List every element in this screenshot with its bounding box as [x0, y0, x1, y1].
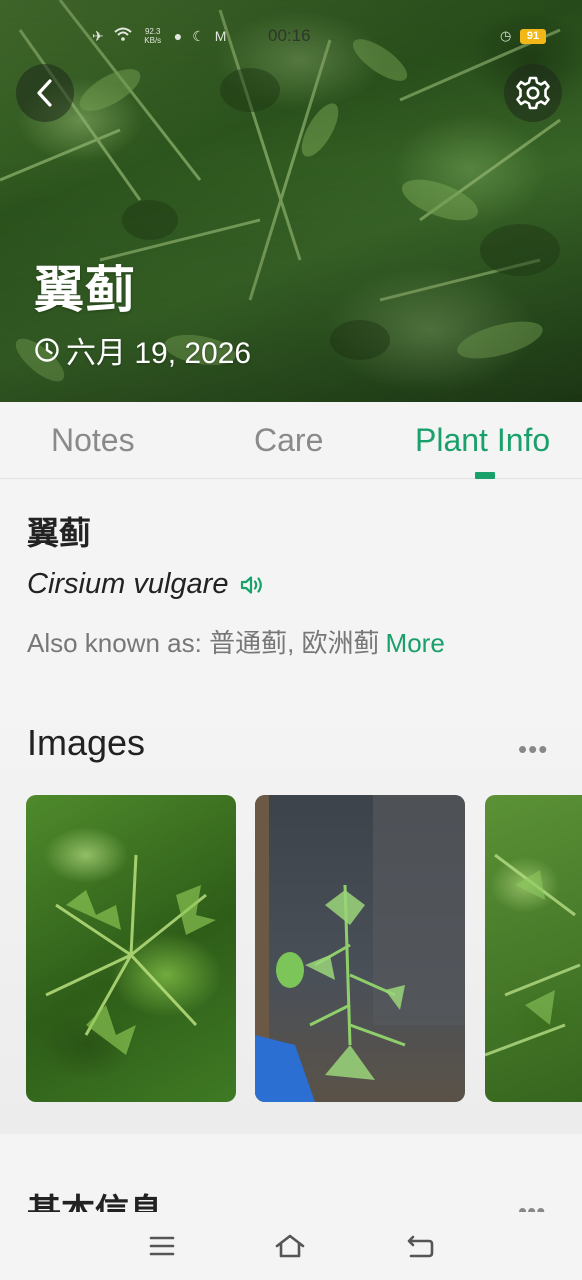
scientific-name-row: Cirsium vulgare	[27, 568, 266, 601]
network-speed: 92.3 KB/s	[144, 27, 162, 45]
also-known-as-row: Also known as: 普通蓟, 欧洲蓟 More	[27, 623, 445, 660]
home-icon	[275, 1234, 305, 1258]
nav-back-button[interactable]	[404, 1230, 436, 1262]
return-icon	[407, 1235, 434, 1258]
mail-icon: M	[214, 28, 227, 44]
plant-image-1[interactable]	[26, 795, 236, 1102]
airplane-mode-icon: ✈	[92, 28, 104, 44]
tab-bar: Notes Care Plant Info	[0, 402, 582, 479]
status-time: 00:16	[268, 26, 311, 45]
system-nav-bar	[0, 1212, 582, 1280]
status-bar: ✈ 92.3 KB/s ● ☾ M 00:16 ◷ 91	[0, 24, 582, 52]
tab-care[interactable]: Care	[254, 422, 323, 459]
plant-date-row: 六月 19, 2026	[34, 328, 251, 372]
also-known-as-text: Also known as: 普通蓟, 欧洲蓟	[27, 628, 380, 658]
moon-icon: ☾	[192, 28, 205, 44]
nav-menu-button[interactable]	[146, 1230, 178, 1262]
more-link[interactable]: More	[386, 628, 445, 658]
active-tab-indicator	[475, 472, 495, 479]
alarm-icon: ◷	[500, 28, 512, 43]
tab-plant-info[interactable]: Plant Info	[415, 422, 550, 459]
images-title: Images	[27, 722, 146, 763]
clock-icon	[35, 338, 59, 362]
nav-home-button[interactable]	[274, 1230, 306, 1262]
more-dots-icon[interactable]: •••	[518, 734, 548, 765]
basic-info-section: 基本信息 •••	[0, 1134, 582, 1224]
wifi-icon	[114, 26, 132, 46]
plant-image-2[interactable]	[255, 795, 465, 1102]
notification-dot-icon: ●	[173, 28, 183, 44]
images-section: Images •••	[0, 690, 582, 1134]
plant-title: 翼蓟	[34, 262, 136, 318]
tab-notes[interactable]: Notes	[51, 422, 135, 459]
scientific-name: Cirsium vulgare	[27, 568, 229, 600]
chevron-left-icon	[37, 79, 52, 107]
menu-icon	[149, 1236, 175, 1256]
common-name: 翼蓟	[27, 515, 92, 551]
settings-button[interactable]	[504, 64, 562, 122]
battery-indicator: 91	[520, 29, 546, 44]
plant-date: 六月 19, 2026	[66, 337, 252, 370]
plant-info-section: 翼蓟 Cirsium vulgare Also known as: 普通蓟, 欧…	[0, 480, 582, 690]
back-button[interactable]	[16, 64, 74, 122]
plant-image-3[interactable]	[485, 795, 582, 1102]
speaker-icon[interactable]	[240, 574, 266, 596]
gear-icon	[516, 76, 550, 110]
